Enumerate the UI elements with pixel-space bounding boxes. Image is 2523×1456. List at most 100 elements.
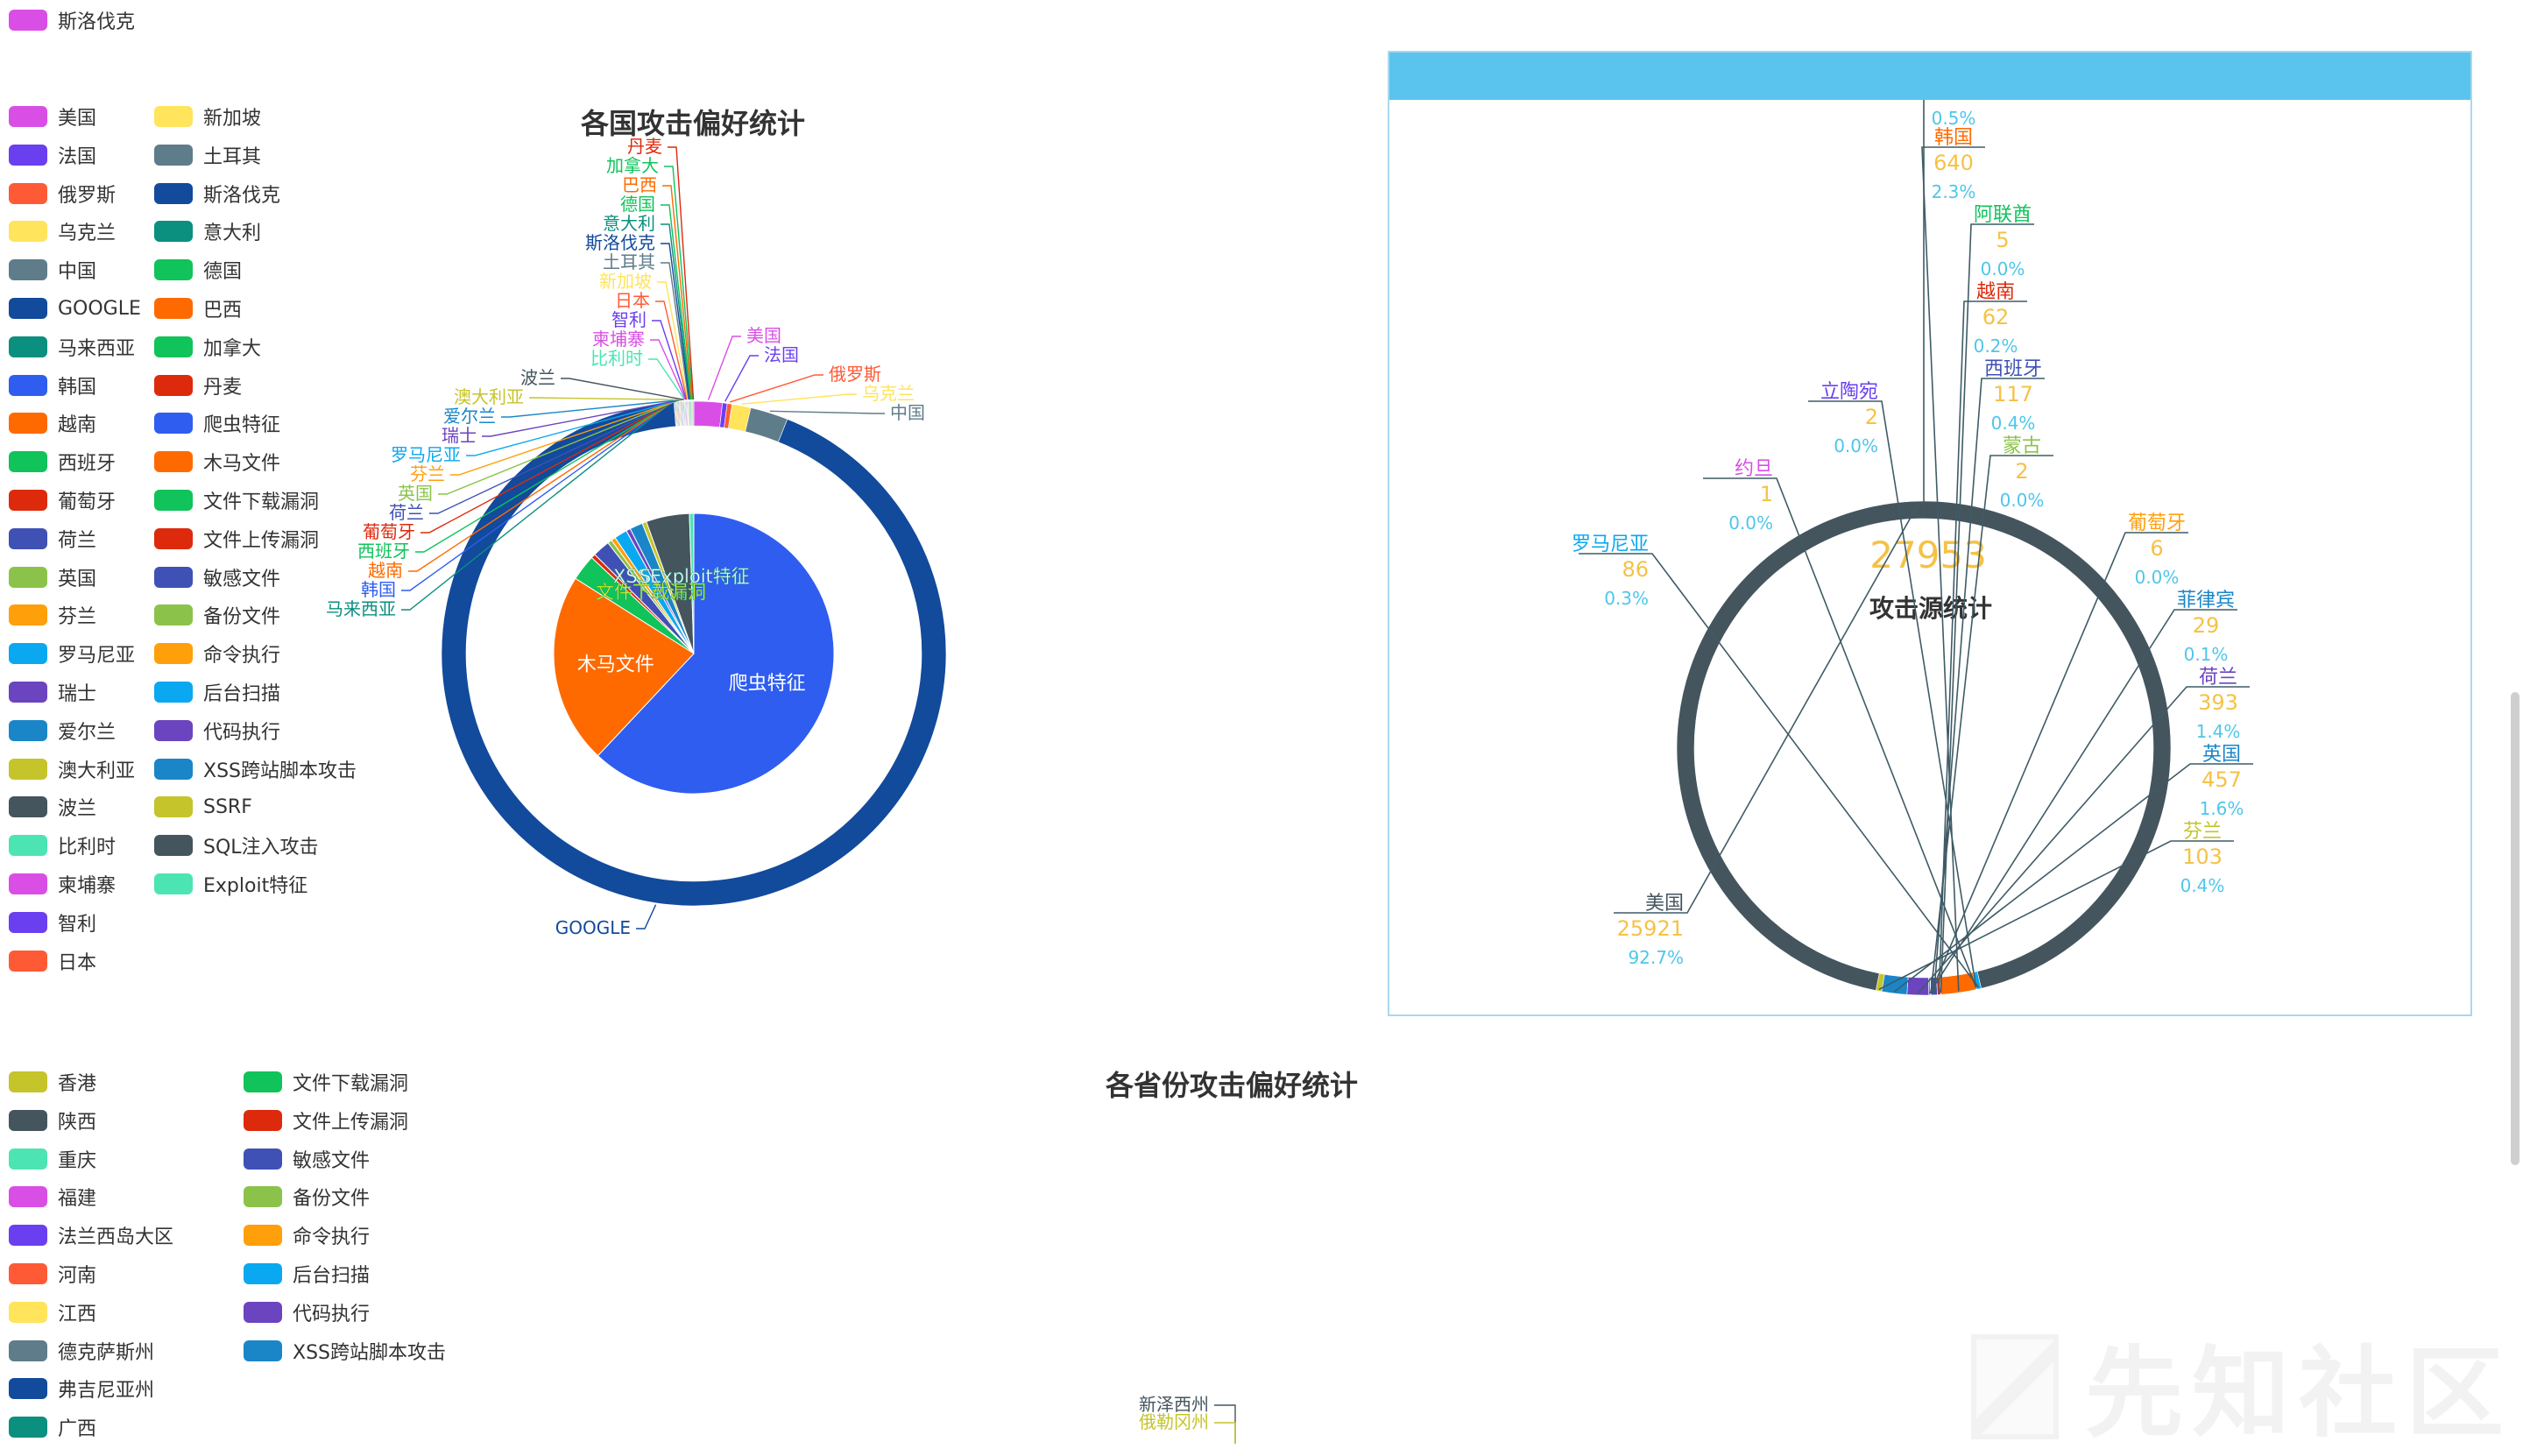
legend-swatch xyxy=(244,1109,282,1131)
legend-swatch xyxy=(244,1263,282,1284)
source-slice-value: 640 xyxy=(1933,151,1974,175)
legend-label: 江西 xyxy=(58,1303,97,1325)
country-slice-label: 斯洛伐克 xyxy=(585,232,655,253)
legend-item[interactable]: 文件上传漏洞 xyxy=(244,1109,408,1134)
page-scrollbar-thumb[interactable] xyxy=(2511,692,2519,1165)
source-slice-name: 菲律宾 xyxy=(2177,590,2235,611)
legend-item[interactable]: 德克萨斯州 xyxy=(9,1339,154,1364)
country-slice-label: 越南 xyxy=(368,560,403,581)
source-slice-name: 西班牙 xyxy=(1984,358,2042,380)
legend-item[interactable]: 命令执行 xyxy=(244,1224,370,1248)
source-slice-percent: 0.3% xyxy=(1604,588,1649,609)
legend-item[interactable]: 河南 xyxy=(9,1262,97,1287)
legend-label: XSS跨站脚本攻击 xyxy=(293,1341,447,1364)
source-slice-name: 蒙古 xyxy=(2003,435,2041,457)
legend-label: 法兰西岛大区 xyxy=(58,1226,174,1249)
country-slice-label: 比利时 xyxy=(590,348,643,369)
source-slice-name: 越南 xyxy=(1976,281,2015,303)
country-slice-label: 乌克兰 xyxy=(862,383,915,404)
source-slice-name: 荷兰 xyxy=(2199,667,2237,689)
country-slice-label: GOOGLE xyxy=(555,917,631,938)
country-slice-label: 丹麦 xyxy=(627,136,662,157)
legend-swatch xyxy=(9,1071,47,1092)
legend-label: 敏感文件 xyxy=(293,1149,371,1172)
legend-label: 弗吉尼亚州 xyxy=(58,1380,155,1403)
legend-label: 河南 xyxy=(58,1265,97,1287)
country-slice-label: 意大利 xyxy=(603,213,655,234)
legend-label: 陕西 xyxy=(58,1111,97,1134)
country-slice-label: 日本 xyxy=(615,290,650,311)
province-leader-line xyxy=(1214,1404,1236,1444)
attack-type-label: 爬虫特征 xyxy=(729,673,806,695)
legend-label: 备份文件 xyxy=(293,1188,371,1211)
legend-swatch xyxy=(244,1148,282,1170)
legend-item[interactable]: 陕西 xyxy=(9,1109,97,1134)
attack-type-overlay-label: 文件下载漏洞 xyxy=(596,582,706,603)
legend-item[interactable]: 后台扫描 xyxy=(244,1262,370,1287)
source-slice-percent: 1.6% xyxy=(2200,798,2244,819)
source-slice-value: 29 xyxy=(2193,613,2220,638)
legend-item[interactable]: 备份文件 xyxy=(244,1185,371,1211)
source-slice-percent: 0.0% xyxy=(1728,512,1773,534)
source-slice-name: 英国 xyxy=(2202,744,2241,766)
country-attack-chart: 爬虫特征木马文件XSSSExploit特征文件下载漏洞美国法国俄罗斯乌克兰中国G… xyxy=(326,136,947,938)
legend-swatch xyxy=(244,1225,282,1247)
country-slice-label: 法国 xyxy=(764,344,799,365)
legend-item[interactable]: 敏感文件 xyxy=(244,1148,371,1172)
country-slice-label: 芬兰 xyxy=(410,463,445,484)
legend-swatch xyxy=(244,1301,282,1323)
legend-swatch xyxy=(9,1417,47,1438)
legend-swatch xyxy=(9,1186,47,1208)
source-slice-name: 韩国 xyxy=(1934,127,1973,149)
source-slice-name: 立陶宛 xyxy=(1820,381,1878,403)
province-chart-labels: 新泽西州俄勒冈州 xyxy=(1139,1394,1236,1444)
country-leader-line xyxy=(561,378,684,400)
source-slice-percent: 0.1% xyxy=(2184,644,2229,665)
source-stray-percent: 0.5% xyxy=(1932,108,1976,129)
legend-item[interactable]: 香港 xyxy=(9,1071,97,1095)
country-slice-label: 德国 xyxy=(620,194,655,215)
country-slice-label: 葡萄牙 xyxy=(363,521,415,542)
country-leader-line xyxy=(769,410,885,414)
legend-item[interactable]: 福建 xyxy=(9,1185,97,1211)
country-leader-line xyxy=(707,336,741,400)
source-slice-value: 117 xyxy=(1993,382,2033,406)
legend-item[interactable]: 文件下载漏洞 xyxy=(244,1071,408,1095)
country-ring-slice[interactable] xyxy=(693,400,724,428)
legend-swatch xyxy=(244,1071,282,1092)
source-slice-percent: 92.7% xyxy=(1628,947,1684,968)
legend-swatch xyxy=(9,1301,47,1323)
legend-item[interactable]: XSS跨站脚本攻击 xyxy=(244,1339,447,1364)
source-slice-value: 5 xyxy=(1996,228,2009,252)
legend-item[interactable]: 广西 xyxy=(9,1416,96,1440)
source-slice-value: 62 xyxy=(1982,305,2010,329)
legend-item[interactable]: 江西 xyxy=(9,1301,97,1325)
attack-source-chart: 27953攻击源统计美国2592192.7%罗马尼亚860.3%约旦10.0%立… xyxy=(1572,100,2253,996)
source-slice-value: 86 xyxy=(1622,557,1649,582)
source-slice-value: 2 xyxy=(1865,405,1878,429)
country-slice-label: 中国 xyxy=(890,402,925,423)
source-slice-name: 阿联酋 xyxy=(1974,204,2032,226)
source-slice-percent: 2.3% xyxy=(1932,181,1976,202)
legend-label: 福建 xyxy=(58,1188,97,1211)
legend-swatch xyxy=(9,1225,47,1247)
country-slice-label: 爱尔兰 xyxy=(443,406,496,427)
source-slice-percent: 0.2% xyxy=(1974,336,2018,357)
source-slice-percent: 0.4% xyxy=(1991,413,2036,434)
source-slice-percent: 0.4% xyxy=(2180,875,2225,896)
source-slice-name: 约旦 xyxy=(1735,458,1773,480)
country-slice-label: 英国 xyxy=(398,483,433,504)
country-slice-label: 美国 xyxy=(746,325,781,346)
legend-item[interactable]: 重庆 xyxy=(9,1148,96,1172)
source-slice-percent: 1.4% xyxy=(2196,721,2241,742)
country-slice-label: 澳大利亚 xyxy=(454,386,524,407)
country-ring-slice[interactable] xyxy=(692,400,695,427)
watermark-logo-icon xyxy=(1971,1334,2059,1439)
legend-label: 香港 xyxy=(58,1073,97,1095)
legend-item[interactable]: 法兰西岛大区 xyxy=(9,1224,174,1249)
legend-item[interactable]: 弗吉尼亚州 xyxy=(9,1377,155,1403)
country-slice-label: 巴西 xyxy=(622,174,657,195)
source-slice-name: 葡萄牙 xyxy=(2128,512,2186,534)
legend-item[interactable]: 代码执行 xyxy=(244,1301,370,1325)
country-leader-line xyxy=(529,397,683,400)
